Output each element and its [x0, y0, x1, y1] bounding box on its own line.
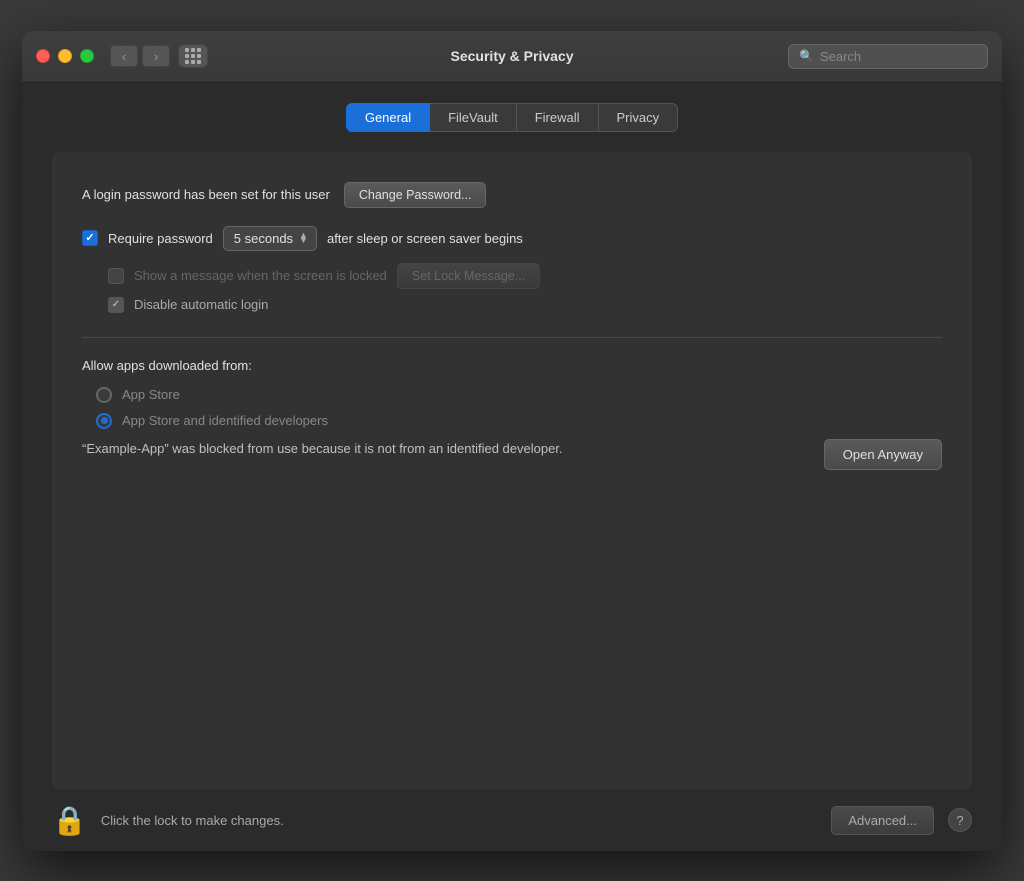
timeout-value: 5 seconds: [234, 231, 293, 246]
lock-icon[interactable]: 🔒: [52, 804, 87, 837]
show-message-checkbox[interactable]: [108, 268, 124, 284]
minimize-button[interactable]: [58, 49, 72, 63]
password-timeout-dropdown[interactable]: 5 seconds ▲ ▼: [223, 226, 317, 251]
checkmark-icon: ✓: [85, 233, 94, 244]
disable-autologin-checkbox[interactable]: ✓: [108, 297, 124, 313]
main-window: ‹ › Security & Privacy 🔍 General FileVau…: [22, 31, 1002, 851]
section-divider: [82, 337, 942, 338]
password-status-label: A login password has been set for this u…: [82, 187, 330, 202]
traffic-lights: [36, 49, 94, 63]
open-anyway-button[interactable]: Open Anyway: [824, 439, 942, 470]
grid-icon: [185, 48, 201, 64]
require-password-checkbox[interactable]: ✓: [82, 230, 98, 246]
search-icon: 🔍: [799, 49, 814, 63]
grid-button[interactable]: [178, 44, 208, 68]
autologin-checkmark-icon: ✓: [112, 299, 120, 310]
bottom-bar: 🔒 Click the lock to make changes. Advanc…: [22, 790, 1002, 851]
blocked-app-row: “Example-App” was blocked from use becau…: [82, 439, 942, 470]
radio-identified-row: App Store and identified developers: [96, 413, 942, 429]
change-password-button[interactable]: Change Password...: [344, 182, 487, 208]
radio-selected-dot: [101, 417, 108, 424]
dropdown-arrows-icon: ▲ ▼: [299, 233, 308, 244]
radio-appstore[interactable]: [96, 387, 112, 403]
tab-privacy[interactable]: Privacy: [599, 103, 679, 132]
set-lock-message-button: Set Lock Message...: [397, 263, 540, 289]
help-icon: ?: [956, 813, 963, 828]
disable-autologin-row: ✓ Disable automatic login: [108, 297, 942, 313]
window-title: Security & Privacy: [451, 48, 574, 64]
require-password-label: Require password: [108, 231, 213, 246]
back-icon: ‹: [122, 49, 126, 64]
titlebar: ‹ › Security & Privacy 🔍: [22, 31, 1002, 83]
disable-autologin-label: Disable automatic login: [134, 297, 268, 312]
back-button[interactable]: ‹: [110, 45, 138, 67]
show-message-row: Show a message when the screen is locked…: [108, 263, 942, 289]
blocked-app-text: “Example-App” was blocked from use becau…: [82, 439, 804, 459]
tab-firewall[interactable]: Firewall: [517, 103, 599, 132]
password-section: A login password has been set for this u…: [82, 182, 942, 313]
search-box[interactable]: 🔍: [788, 44, 988, 69]
nav-buttons: ‹ ›: [110, 45, 170, 67]
advanced-button[interactable]: Advanced...: [831, 806, 934, 835]
forward-icon: ›: [154, 49, 158, 64]
tab-general[interactable]: General: [346, 103, 430, 132]
tab-bar: General FileVault Firewall Privacy: [52, 103, 972, 132]
download-section: Allow apps downloaded from: App Store Ap…: [82, 358, 942, 470]
radio-appstore-label: App Store: [122, 387, 180, 402]
show-message-label: Show a message when the screen is locked: [134, 268, 387, 283]
radio-identified[interactable]: [96, 413, 112, 429]
require-password-row: ✓ Require password 5 seconds ▲ ▼ after s…: [82, 226, 942, 251]
password-status-row: A login password has been set for this u…: [82, 182, 942, 208]
maximize-button[interactable]: [80, 49, 94, 63]
forward-button[interactable]: ›: [142, 45, 170, 67]
lock-label: Click the lock to make changes.: [101, 813, 817, 828]
main-panel: A login password has been set for this u…: [52, 152, 972, 790]
close-button[interactable]: [36, 49, 50, 63]
help-button[interactable]: ?: [948, 808, 972, 832]
radio-appstore-row: App Store: [96, 387, 942, 403]
search-input[interactable]: [820, 49, 977, 64]
after-sleep-label: after sleep or screen saver begins: [327, 231, 523, 246]
tab-filevault[interactable]: FileVault: [430, 103, 517, 132]
allow-apps-label: Allow apps downloaded from:: [82, 358, 942, 373]
radio-identified-label: App Store and identified developers: [122, 413, 328, 428]
content-area: General FileVault Firewall Privacy A log…: [22, 83, 1002, 790]
